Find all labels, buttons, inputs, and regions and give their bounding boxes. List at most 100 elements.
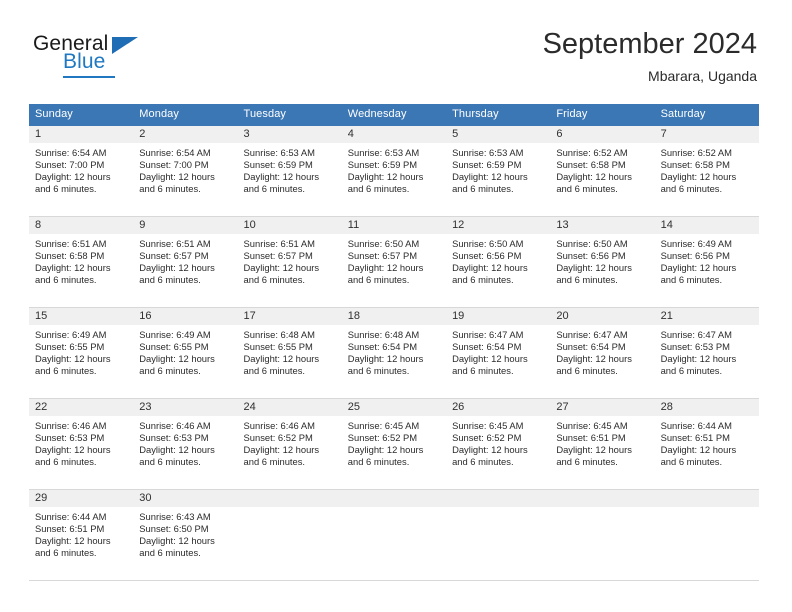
daylight-text-line1: Daylight: 12 hours xyxy=(139,534,215,546)
calendar-week-row: 1 Sunrise: 6:54 AM Sunset: 7:00 PM Daylight… xyxy=(29,126,759,217)
calendar-day-cell[interactable]: 12 Sunrise: 6:50 AM Sunset: 6:56 PM Dayligh… xyxy=(446,217,551,307)
day-details: Sunrise: 6:51 AM Sunset: 6:57 PM Daylight:… xyxy=(238,234,342,286)
calendar-week-row: 22 Sunrise: 6:46 AM Sunset: 6:53 PM Dayligh… xyxy=(29,399,759,490)
weeks-container: 1 Sunrise: 6:54 AM Sunset: 7:00 PM Daylight… xyxy=(29,126,759,581)
sunrise-text: Sunrise: 6:53 AM xyxy=(243,147,315,158)
sunrise-text: Sunrise: 6:53 AM xyxy=(452,147,524,158)
day-details: Sunrise: 6:53 AM Sunset: 6:59 PM Daylight:… xyxy=(238,143,342,195)
calendar-day-cell[interactable]: 23 Sunrise: 6:46 AM Sunset: 6:53 PM Dayligh… xyxy=(133,399,238,489)
day-details: Sunrise: 6:46 AM Sunset: 6:53 PM Daylight:… xyxy=(133,416,237,468)
day-number: 15 xyxy=(29,308,134,325)
calendar-day-cell[interactable]: 14 Sunrise: 6:49 AM Sunset: 6:56 PM Dayligh… xyxy=(654,217,759,307)
calendar-day-cell[interactable]: 18 Sunrise: 6:48 AM Sunset: 6:54 PM Dayligh… xyxy=(341,308,447,398)
calendar-day-cell[interactable]: 5 Sunrise: 6:53 AM Sunset: 6:59 PM Daylight… xyxy=(446,126,551,216)
sunrise-text: Sunrise: 6:50 AM xyxy=(452,238,524,249)
day-number: 12 xyxy=(446,217,551,234)
sunrise-text: Sunrise: 6:49 AM xyxy=(660,238,732,249)
calendar-day-cell[interactable]: 19 Sunrise: 6:47 AM Sunset: 6:54 PM Dayligh… xyxy=(446,308,551,398)
sunrise-text: Sunrise: 6:48 AM xyxy=(243,329,315,340)
daylight-text-line1: Daylight: 12 hours xyxy=(660,443,737,455)
calendar-day-cell[interactable]: 1 Sunrise: 6:54 AM Sunset: 7:00 PM Daylight… xyxy=(29,126,134,216)
sunset-text: Sunset: 6:54 PM xyxy=(452,340,522,352)
calendar-day-cell-empty xyxy=(341,490,447,580)
daylight-text-line1: Daylight: 12 hours xyxy=(347,261,424,273)
sunset-text: Sunset: 6:56 PM xyxy=(556,249,626,261)
day-details: Sunrise: 6:50 AM Sunset: 6:56 PM Daylight:… xyxy=(446,234,550,286)
daylight-text-line2: and 6 minutes. xyxy=(35,273,97,285)
calendar-day-cell[interactable]: 30 Sunrise: 6:43 AM Sunset: 6:50 PM Dayligh… xyxy=(133,490,238,580)
day-number: 29 xyxy=(29,490,134,507)
day-details: Sunrise: 6:49 AM Sunset: 6:56 PM Daylight:… xyxy=(655,234,759,286)
sunrise-text: Sunrise: 6:46 AM xyxy=(243,420,315,431)
sunset-text: Sunset: 6:59 PM xyxy=(452,158,522,170)
daylight-text-line1: Daylight: 12 hours xyxy=(660,170,737,182)
day-details: Sunrise: 6:44 AM Sunset: 6:51 PM Daylight:… xyxy=(655,416,759,468)
calendar-day-cell[interactable]: 15 Sunrise: 6:49 AM Sunset: 6:55 PM Dayligh… xyxy=(29,308,134,398)
day-details: Sunrise: 6:43 AM Sunset: 6:50 PM Daylight:… xyxy=(133,507,237,559)
calendar-day-cell[interactable]: 24 Sunrise: 6:46 AM Sunset: 6:52 PM Dayligh… xyxy=(237,399,342,489)
day-number: 26 xyxy=(446,399,551,416)
calendar-day-cell[interactable]: 2 Sunrise: 6:54 AM Sunset: 7:00 PM Daylight… xyxy=(133,126,238,216)
calendar-day-cell[interactable]: 7 Sunrise: 6:52 AM Sunset: 6:58 PM Daylight… xyxy=(654,126,759,216)
calendar-day-cell[interactable]: 29 Sunrise: 6:44 AM Sunset: 6:51 PM Dayligh… xyxy=(29,490,134,580)
calendar-day-cell[interactable]: 27 Sunrise: 6:45 AM Sunset: 6:51 PM Dayligh… xyxy=(550,399,655,489)
sunrise-text: Sunrise: 6:54 AM xyxy=(139,147,211,158)
logo-triangle-icon xyxy=(112,37,138,54)
daylight-text-line1: Daylight: 12 hours xyxy=(452,170,528,182)
calendar-day-cell[interactable]: 9 Sunrise: 6:51 AM Sunset: 6:57 PM Daylight… xyxy=(133,217,238,307)
weekday-header-row: Sunday Monday Tuesday Wednesday Thursday… xyxy=(29,104,759,126)
calendar-day-cell[interactable]: 8 Sunrise: 6:51 AM Sunset: 6:58 PM Daylight… xyxy=(29,217,134,307)
daylight-text-line2: and 6 minutes. xyxy=(556,455,618,467)
calendar-day-cell[interactable]: 6 Sunrise: 6:52 AM Sunset: 6:58 PM Daylight… xyxy=(550,126,655,216)
calendar-day-cell[interactable]: 25 Sunrise: 6:45 AM Sunset: 6:52 PM Dayligh… xyxy=(341,399,447,489)
calendar-day-cell[interactable]: 26 Sunrise: 6:45 AM Sunset: 6:52 PM Dayligh… xyxy=(446,399,551,489)
day-number: 18 xyxy=(341,308,447,325)
sunset-text: Sunset: 7:00 PM xyxy=(35,158,105,170)
calendar-day-cell[interactable]: 4 Sunrise: 6:53 AM Sunset: 6:59 PM Daylight… xyxy=(341,126,447,216)
calendar-day-cell-empty xyxy=(237,490,342,580)
sunset-text: Sunset: 6:52 PM xyxy=(452,431,522,443)
page-title: September 2024 xyxy=(542,28,757,60)
day-number: 7 xyxy=(654,126,759,143)
day-number: 28 xyxy=(654,399,759,416)
calendar-day-cell[interactable]: 20 Sunrise: 6:47 AM Sunset: 6:54 PM Dayligh… xyxy=(550,308,655,398)
day-number: 23 xyxy=(133,399,238,416)
sunrise-text: Sunrise: 6:45 AM xyxy=(556,420,628,431)
calendar-day-cell[interactable]: 21 Sunrise: 6:47 AM Sunset: 6:53 PM Dayligh… xyxy=(654,308,759,398)
day-number xyxy=(654,490,759,507)
daylight-text-line1: Daylight: 12 hours xyxy=(139,261,215,273)
day-number xyxy=(341,490,447,507)
calendar-day-cell[interactable]: 22 Sunrise: 6:46 AM Sunset: 6:53 PM Dayligh… xyxy=(29,399,134,489)
logo-text-blue: Blue xyxy=(63,50,106,73)
sunset-text: Sunset: 6:51 PM xyxy=(660,431,730,443)
sunset-text: Sunset: 6:53 PM xyxy=(139,431,209,443)
daylight-text-line1: Daylight: 12 hours xyxy=(347,352,424,364)
day-number: 8 xyxy=(29,217,134,234)
calendar-day-cell[interactable]: 13 Sunrise: 6:50 AM Sunset: 6:56 PM Dayligh… xyxy=(550,217,655,307)
daylight-text-line1: Daylight: 12 hours xyxy=(139,170,215,182)
day-number: 11 xyxy=(341,217,447,234)
sunrise-text: Sunrise: 6:47 AM xyxy=(556,329,628,340)
daylight-text-line2: and 6 minutes. xyxy=(35,546,97,558)
daylight-text-line2: and 6 minutes. xyxy=(139,546,201,558)
daylight-text-line2: and 6 minutes. xyxy=(452,364,514,376)
calendar-day-cell-empty xyxy=(446,490,551,580)
daylight-text-line1: Daylight: 12 hours xyxy=(556,170,632,182)
calendar-day-cell[interactable]: 3 Sunrise: 6:53 AM Sunset: 6:59 PM Daylight… xyxy=(237,126,342,216)
sunset-text: Sunset: 6:50 PM xyxy=(139,522,209,534)
sunrise-text: Sunrise: 6:49 AM xyxy=(139,329,211,340)
sunrise-text: Sunrise: 6:46 AM xyxy=(35,420,107,431)
calendar-day-cell-empty xyxy=(654,490,759,580)
calendar-day-cell[interactable]: 17 Sunrise: 6:48 AM Sunset: 6:55 PM Dayligh… xyxy=(237,308,342,398)
title-block: September 2024 Mbarara, Uganda xyxy=(543,27,757,86)
day-details xyxy=(342,507,446,511)
calendar-day-cell[interactable]: 10 Sunrise: 6:51 AM Sunset: 6:57 PM Dayligh… xyxy=(237,217,342,307)
calendar-day-cell[interactable]: 16 Sunrise: 6:49 AM Sunset: 6:55 PM Dayligh… xyxy=(133,308,238,398)
daylight-text-line1: Daylight: 12 hours xyxy=(452,443,528,455)
sunset-text: Sunset: 6:51 PM xyxy=(35,522,105,534)
calendar-day-cell[interactable]: 28 Sunrise: 6:44 AM Sunset: 6:51 PM Dayligh… xyxy=(654,399,759,489)
calendar-page: General Blue September 2024 Mbarara, Uga… xyxy=(0,0,792,612)
day-number: 27 xyxy=(550,399,655,416)
calendar-day-cell[interactable]: 11 Sunrise: 6:50 AM Sunset: 6:57 PM Dayligh… xyxy=(341,217,447,307)
sunrise-text: Sunrise: 6:50 AM xyxy=(556,238,628,249)
